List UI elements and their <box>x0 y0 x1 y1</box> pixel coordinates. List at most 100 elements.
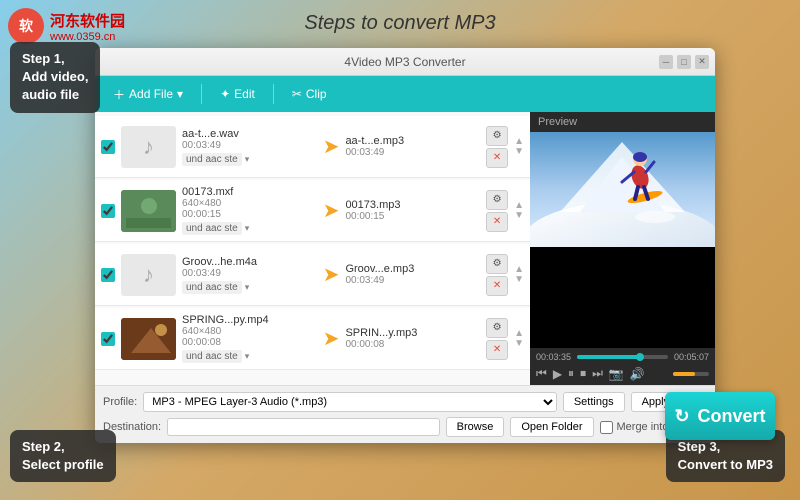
step2-annotation: Step 2, Select profile <box>10 430 116 482</box>
item-actions-2: ⚙ ✕ <box>486 190 508 232</box>
file-output-name-4: SPRIN...y.mp3 <box>345 327 480 339</box>
volume-bar <box>673 372 709 376</box>
file-thumbnail-4 <box>121 318 176 360</box>
file-output-name-2: 00173.mp3 <box>345 199 480 211</box>
file-checkbox-4[interactable] <box>101 332 115 346</box>
preview-label: Preview <box>530 112 715 132</box>
maximize-button[interactable]: □ <box>677 55 691 69</box>
clip-button[interactable]: ✂ Clip <box>282 83 337 105</box>
convert-section: ↻ Convert <box>665 392 775 440</box>
window-controls: ─ □ ✕ <box>659 55 709 69</box>
bottom-bar: Profile: MP3 - MPEG Layer-3 Audio (*.mp3… <box>95 385 715 443</box>
file-output-1: aa-t...e.mp3 00:03:49 <box>345 135 480 158</box>
item-delete-3[interactable]: ✕ <box>486 276 508 296</box>
item-delete-4[interactable]: ✕ <box>486 340 508 360</box>
pause-button[interactable]: ⏸ <box>568 366 574 381</box>
app-title: 4Video MP3 Converter <box>344 55 465 69</box>
stop-button[interactable]: ⏹ <box>580 366 586 381</box>
file-info-2: 00173.mxf 640×480 00:00:15 und aac ste ▾ <box>182 186 317 235</box>
convert-button[interactable]: ↻ Convert <box>665 392 775 440</box>
convert-arrow-4: ➤ <box>323 326 340 351</box>
file-info-3: Groov...he.m4a 00:03:49 und aac ste ▾ <box>182 256 317 294</box>
merge-checkbox[interactable] <box>600 421 613 434</box>
item-down-4[interactable]: ▼ <box>514 339 524 349</box>
item-down-1[interactable]: ▼ <box>514 147 524 157</box>
item-chevrons-4: ▲ ▼ <box>514 329 524 349</box>
add-file-button[interactable]: ＋ Add File ▾ <box>103 82 193 107</box>
file-item-2: 00173.mxf 640×480 00:00:15 und aac ste ▾… <box>95 180 530 242</box>
item-chevrons-2: ▲ ▼ <box>514 201 524 221</box>
file-output-name-1: aa-t...e.mp3 <box>345 135 480 147</box>
screenshot-button[interactable]: 📷 <box>609 367 624 381</box>
item-up-1[interactable]: ▲ <box>514 137 524 147</box>
file-thumbnail-3: ♪ <box>121 254 176 296</box>
item-up-3[interactable]: ▲ <box>514 265 524 275</box>
toolbar-separator-2 <box>273 84 274 104</box>
progress-bar[interactable] <box>577 355 668 359</box>
file-source-name-3: Groov...he.m4a <box>182 256 317 268</box>
open-folder-button[interactable]: Open Folder <box>510 417 593 437</box>
progress-fill <box>577 355 639 359</box>
item-chevrons-3: ▲ ▼ <box>514 265 524 285</box>
skip-forward-button[interactable]: ⏭ <box>592 366 603 381</box>
format-tag-4: und aac ste <box>182 350 242 363</box>
watermark-logo: 软 <box>8 8 44 44</box>
item-delete-1[interactable]: ✕ <box>486 148 508 168</box>
file-info-4: SPRING...py.mp4 640×480 00:00:08 und aac… <box>182 314 317 363</box>
file-source-name-1: aa-t...e.wav <box>182 128 317 140</box>
watermark-site: 河东软件园 <box>50 10 125 31</box>
file-output-4: SPRIN...y.mp3 00:00:08 <box>345 327 480 350</box>
file-list: ♪ aa-t...e.wav 00:03:49 und aac ste ▾ ➤ … <box>95 112 530 385</box>
file-item-1: ♪ aa-t...e.wav 00:03:49 und aac ste ▾ ➤ … <box>95 116 530 178</box>
add-icon: ＋ <box>113 86 125 103</box>
format-tag-3: und aac ste <box>182 281 242 294</box>
item-actions-4: ⚙ ✕ <box>486 318 508 360</box>
file-source-time-2: 00:00:15 <box>182 209 317 220</box>
convert-arrow-2: ➤ <box>323 198 340 223</box>
step1-annotation: Step 1, Add video, audio file <box>10 42 100 113</box>
item-down-3[interactable]: ▼ <box>514 275 524 285</box>
title-bar: 4Video MP3 Converter ─ □ ✕ <box>95 48 715 76</box>
watermark-url: www.0359.cn <box>50 31 125 43</box>
file-thumbnail-2 <box>121 190 176 232</box>
app-window: 4Video MP3 Converter ─ □ ✕ ＋ Add File ▾ … <box>95 48 715 443</box>
edit-icon: ✦ <box>220 87 230 101</box>
convert-icon: ↻ <box>674 406 689 427</box>
file-output-3: Groov...e.mp3 00:03:49 <box>345 263 480 286</box>
time-bar-row: 00:03:35 00:05:07 <box>536 352 709 362</box>
item-settings-3[interactable]: ⚙ <box>486 254 508 274</box>
item-settings-4[interactable]: ⚙ <box>486 318 508 338</box>
profile-select[interactable]: MP3 - MPEG Layer-3 Audio (*.mp3) <box>143 392 557 412</box>
watermark: 软 河东软件园 www.0359.cn <box>8 8 125 44</box>
item-chevrons-1: ▲ ▼ <box>514 137 524 157</box>
item-down-2[interactable]: ▼ <box>514 211 524 221</box>
item-settings-2[interactable]: ⚙ <box>486 190 508 210</box>
file-checkbox-1[interactable] <box>101 140 115 154</box>
file-checkbox-2[interactable] <box>101 204 115 218</box>
file-checkbox-3[interactable] <box>101 268 115 282</box>
toolbar-separator <box>201 84 202 104</box>
item-settings-1[interactable]: ⚙ <box>486 126 508 146</box>
close-button[interactable]: ✕ <box>695 55 709 69</box>
time-current: 00:03:35 <box>536 352 571 362</box>
settings-button[interactable]: Settings <box>563 392 625 412</box>
destination-row: Destination: Browse Open Folder Merge in… <box>103 417 707 437</box>
skip-back-button[interactable]: ⏮ <box>536 366 547 381</box>
item-up-2[interactable]: ▲ <box>514 201 524 211</box>
destination-input[interactable] <box>167 418 440 436</box>
volume-button[interactable]: 🔊 <box>630 367 645 381</box>
item-actions-1: ⚙ ✕ <box>486 126 508 168</box>
minimize-button[interactable]: ─ <box>659 55 673 69</box>
item-delete-2[interactable]: ✕ <box>486 212 508 232</box>
edit-button[interactable]: ✦ Edit <box>210 83 265 105</box>
file-thumbnail-1: ♪ <box>121 126 176 168</box>
clip-icon: ✂ <box>292 87 302 101</box>
file-source-time-3: 00:03:49 <box>182 268 317 279</box>
format-dropdown-icon-2: ▾ <box>245 223 250 234</box>
item-up-4[interactable]: ▲ <box>514 329 524 339</box>
dropdown-arrow-icon: ▾ <box>177 87 183 101</box>
convert-arrow-3: ➤ <box>323 262 340 287</box>
file-source-name-2: 00173.mxf <box>182 186 317 198</box>
browse-button[interactable]: Browse <box>446 417 505 437</box>
play-button[interactable]: ▶ <box>553 367 562 381</box>
